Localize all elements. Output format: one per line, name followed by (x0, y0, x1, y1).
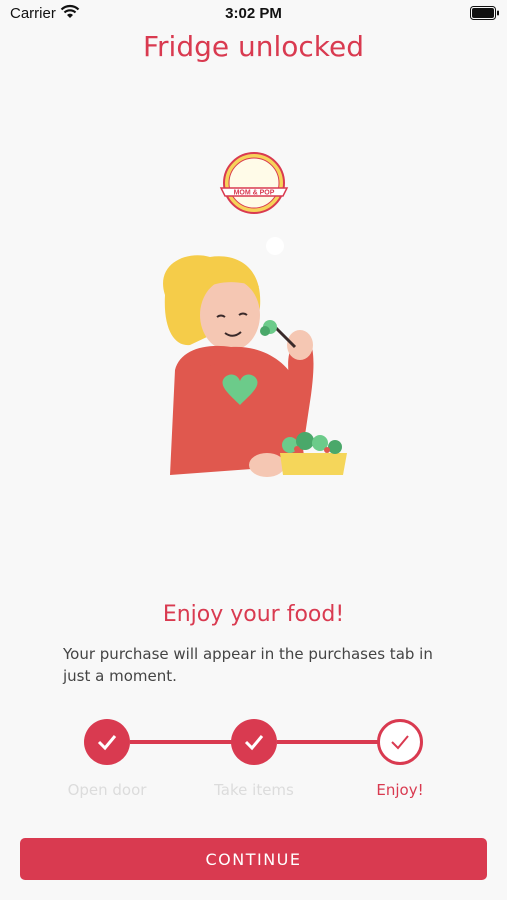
status-bar: Carrier 3:02 PM (0, 0, 507, 28)
page-title: Fridge unlocked (142, 30, 365, 63)
step-label-enjoy: Enjoy! (376, 781, 424, 799)
check-icon (391, 735, 409, 750)
woman-eating-salad-illustration (163, 237, 347, 477)
step-connector (277, 740, 387, 744)
mom-and-pop-logo: MOM & POP (219, 152, 289, 214)
step-connector (130, 740, 240, 744)
battery-icon (470, 6, 499, 20)
logo-text: MOM & POP (234, 190, 275, 197)
check-icon (97, 735, 117, 751)
enjoy-heading: Enjoy your food! (162, 602, 345, 627)
step-take-items-indicator (231, 719, 277, 765)
purchase-description: Your purchase will appear in the purchas… (63, 645, 433, 685)
check-icon (244, 735, 264, 751)
step-label-open-door: Open door (67, 781, 147, 799)
step-open-door-indicator (84, 719, 130, 765)
status-time: 3:02 PM (225, 5, 282, 22)
progress-stepper: Open door Take items Enjoy! (0, 715, 507, 805)
continue-button[interactable]: CONTINUE (20, 838, 487, 880)
step-label-take-items: Take items (214, 781, 294, 799)
step-enjoy-indicator (377, 719, 423, 765)
